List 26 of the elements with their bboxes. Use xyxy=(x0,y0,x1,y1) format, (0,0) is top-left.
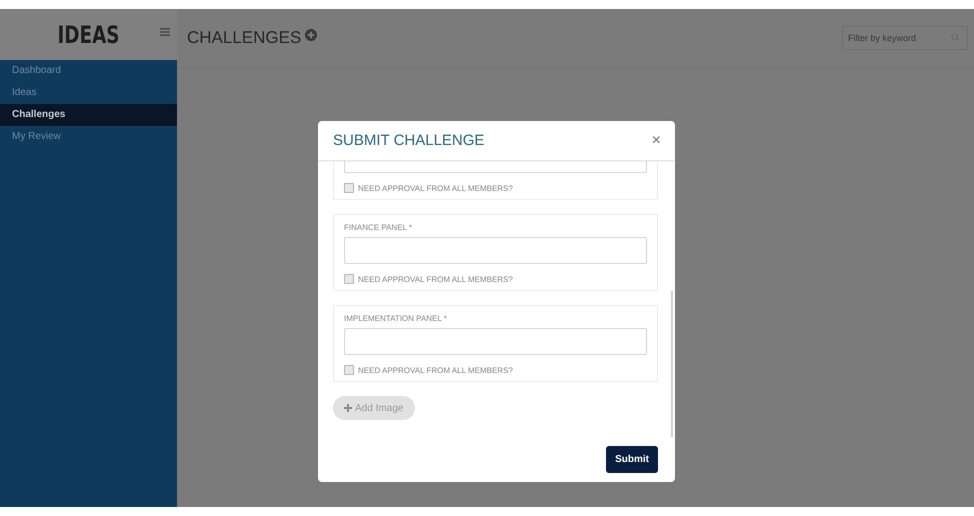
submit-button[interactable]: Submit xyxy=(606,446,658,473)
sidebar-item[interactable]: Challenges xyxy=(0,104,177,126)
sidebar-item[interactable]: Dashboard xyxy=(0,60,177,82)
search-field[interactable]: Filter by keyword xyxy=(842,26,968,50)
checkbox-label: NEED APPROVAL FROM ALL MEMBERS? xyxy=(358,274,513,284)
input-field[interactable] xyxy=(344,237,647,264)
checkbox[interactable] xyxy=(344,274,354,284)
add-icon[interactable] xyxy=(305,29,318,41)
checkbox[interactable] xyxy=(344,183,354,193)
checkbox[interactable] xyxy=(344,365,354,375)
input-field[interactable] xyxy=(344,328,647,355)
checkbox-label: NEED APPROVAL FROM ALL MEMBERS? xyxy=(358,184,513,192)
menu-icon[interactable] xyxy=(160,27,170,37)
input-field[interactable] xyxy=(344,161,647,173)
logo: IDEAS xyxy=(57,20,120,48)
checkbox-label: NEED APPROVAL FROM ALL MEMBERS? xyxy=(358,366,513,374)
sidebar-item[interactable]: My Review xyxy=(0,126,177,148)
plus-icon xyxy=(344,404,352,412)
scrollbar[interactable] xyxy=(671,291,673,437)
field-label: FINANCE PANEL * xyxy=(344,223,414,232)
close-button[interactable]: × xyxy=(652,132,661,150)
add-image-button[interactable]: Add Image xyxy=(333,396,416,420)
page-title: CHALLENGES xyxy=(187,28,302,48)
field-label: IMPLEMENTATION PANEL * xyxy=(344,314,448,323)
sidebar-item[interactable]: Ideas xyxy=(0,82,177,104)
modal-title: SUBMIT CHALLENGE xyxy=(333,132,486,149)
